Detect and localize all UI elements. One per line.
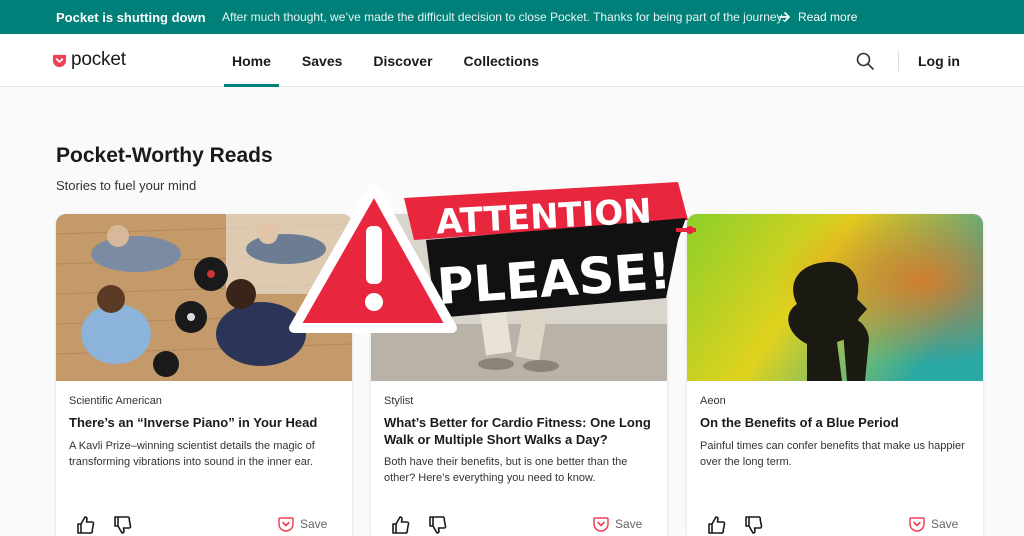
- pocket-logo-icon: [52, 54, 67, 67]
- save-label: Save: [615, 517, 643, 531]
- pocket-logo[interactable]: pocket: [52, 49, 126, 71]
- pocket-save-icon: [593, 517, 609, 532]
- save-button[interactable]: Save: [909, 516, 958, 532]
- thumbs-up-icon[interactable]: [707, 515, 727, 535]
- card-actions: Save: [371, 513, 667, 536]
- search-icon[interactable]: [855, 51, 875, 71]
- thumbs-up-icon[interactable]: [76, 515, 96, 535]
- article-card[interactable]: Stylist What’s Better for Cardio Fitness…: [371, 214, 667, 536]
- article-excerpt: Both have their benefits, but is one bet…: [384, 456, 628, 484]
- section-title: Pocket-Worthy Reads: [56, 144, 273, 167]
- article-image[interactable]: [56, 214, 352, 381]
- article-title[interactable]: On the Benefits of a Blue Period: [700, 414, 975, 431]
- article-card[interactable]: Aeon On the Benefits of a Blue Period Pa…: [687, 214, 983, 536]
- nav-saves[interactable]: Saves: [294, 34, 350, 87]
- pocket-save-icon: [909, 517, 925, 532]
- thumbs-down-icon[interactable]: [744, 515, 764, 535]
- banner-title: Pocket is shutting down: [56, 9, 206, 25]
- section-subtitle: Stories to fuel your mind: [56, 178, 197, 193]
- article-title[interactable]: What’s Better for Cardio Fitness: One Lo…: [384, 414, 659, 448]
- article-publisher: Scientific American: [69, 395, 162, 407]
- article-excerpt: Painful times can confer benefits that m…: [700, 440, 965, 468]
- read-more-link[interactable]: Read more: [778, 10, 857, 24]
- article-title[interactable]: There’s an “Inverse Piano” in Your Head: [69, 414, 344, 431]
- page: Pocket is shutting down After much thoug…: [0, 0, 1024, 536]
- shutdown-banner: Pocket is shutting down After much thoug…: [0, 0, 1024, 34]
- card-actions: Save: [687, 513, 983, 536]
- nav-home[interactable]: Home: [224, 34, 279, 87]
- login-button[interactable]: Log in: [918, 53, 960, 69]
- pocket-save-icon: [278, 517, 294, 532]
- read-more-label: Read more: [798, 10, 858, 24]
- thumbs-down-icon[interactable]: [428, 515, 448, 535]
- save-button[interactable]: Save: [278, 516, 327, 532]
- save-label: Save: [300, 517, 328, 531]
- article-excerpt: A Kavli Prize–winning scientist details …: [69, 440, 315, 468]
- thumbs-up-icon[interactable]: [391, 515, 411, 535]
- nav-collections[interactable]: Collections: [456, 34, 547, 87]
- article-publisher: Aeon: [700, 395, 726, 407]
- banner-message: After much thought, we’ve made the diffi…: [222, 10, 785, 24]
- thumbs-down-icon[interactable]: [113, 515, 133, 535]
- article-image[interactable]: [687, 214, 983, 381]
- save-button[interactable]: Save: [593, 516, 642, 532]
- nav-discover[interactable]: Discover: [365, 34, 440, 87]
- article-image[interactable]: [371, 214, 667, 381]
- save-label: Save: [931, 517, 959, 531]
- article-publisher: Stylist: [384, 395, 414, 407]
- arrow-right-icon: [779, 12, 790, 22]
- header-divider: [898, 51, 899, 71]
- card-actions: Save: [56, 513, 352, 536]
- site-header: pocket Home Saves Discover Collections L…: [0, 34, 1024, 87]
- main-nav: Home Saves Discover Collections: [224, 34, 562, 87]
- logo-text: pocket: [71, 49, 126, 70]
- article-card[interactable]: Scientific American There’s an “Inverse …: [56, 214, 352, 536]
